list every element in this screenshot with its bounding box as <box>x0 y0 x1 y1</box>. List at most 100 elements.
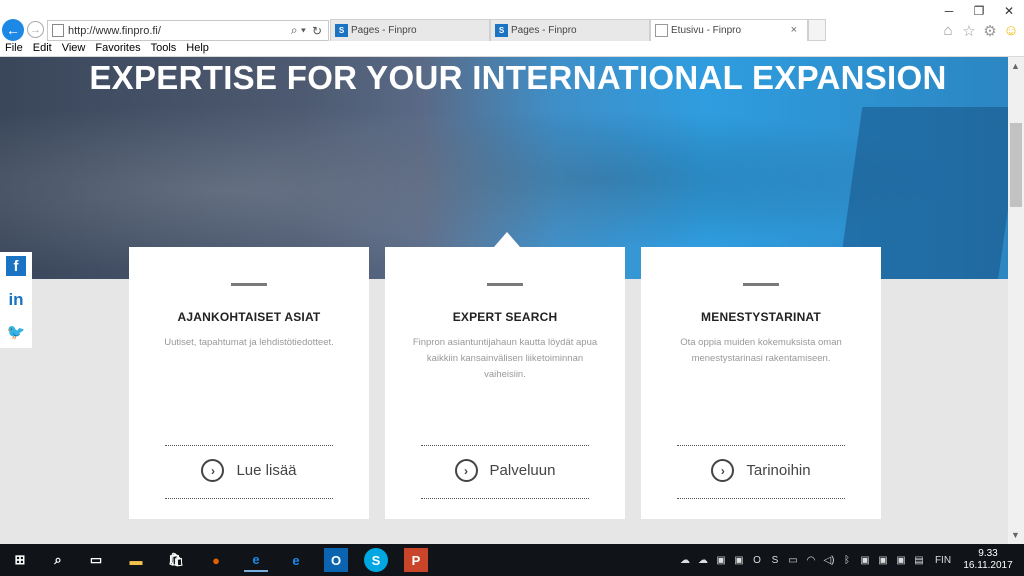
minimize-button[interactable]: ─ <box>934 0 964 20</box>
tarinoihin-link[interactable]: › Tarinoihin <box>641 459 881 482</box>
feedback-smiley-icon[interactable]: ☺ <box>1002 22 1020 40</box>
twitter-icon[interactable]: 🐦 <box>6 322 26 342</box>
menu-tools[interactable]: Tools <box>146 41 182 57</box>
skype-tray-icon[interactable]: S <box>766 555 784 566</box>
task-view-icon[interactable]: ▭ <box>84 548 108 572</box>
skype-icon[interactable]: S <box>364 548 388 572</box>
menu-edit[interactable]: Edit <box>28 41 57 57</box>
clock[interactable]: 9.33 16.11.2017 <box>958 548 1018 572</box>
card-description: Uutiset, tapahtumat ja lehdistötiedottee… <box>164 337 334 348</box>
search-icon[interactable]: ⌕ <box>46 548 70 572</box>
page-icon <box>52 24 64 37</box>
hero-banner: EXPERTISE FOR YOUR INTERNATIONAL EXPANSI… <box>0 57 1008 279</box>
battery-icon[interactable]: ▭ <box>784 555 802 566</box>
close-tab-icon[interactable]: × <box>791 24 797 36</box>
notification-icon[interactable]: ▤ <box>910 555 928 566</box>
card-pointer <box>494 232 520 247</box>
edge-icon[interactable]: e <box>284 548 308 572</box>
taskbar: ⊞ ⌕ ▭ ▬ 🛍 ● e e O S P ☁ ☁ ▣ ▣ O S ▭ ◠ ◁)… <box>0 544 1024 576</box>
card-ajankohtaiset: AJANKOHTAISET ASIAT Uutiset, tapahtumat … <box>129 247 369 519</box>
window-controls: ─ ❐ ✕ <box>934 0 1024 20</box>
powerpoint-icon[interactable]: P <box>404 548 428 572</box>
address-bar[interactable]: http://www.finpro.fi/ ⌕ ▾ ↻ <box>47 20 329 41</box>
sharepoint-icon: S <box>495 24 508 37</box>
dotted-divider <box>165 498 333 499</box>
tray-app-icon[interactable]: ▣ <box>730 555 748 566</box>
menu-favorites[interactable]: Favorites <box>90 41 145 57</box>
dotted-divider <box>677 445 845 446</box>
vertical-scrollbar[interactable]: ▲ ▼ <box>1008 57 1024 544</box>
chevron-right-circle-icon: › <box>711 459 735 482</box>
dotted-divider <box>421 498 589 499</box>
menu-help[interactable]: Help <box>181 41 214 57</box>
scroll-thumb[interactable] <box>1010 123 1022 207</box>
tray-app-icon[interactable]: ▣ <box>856 555 874 566</box>
dotted-divider <box>677 498 845 499</box>
card-title: MENESTYSTARINAT <box>701 310 821 324</box>
card-description: Finpron asiantuntijahaun kautta löydät a… <box>412 337 598 380</box>
bluetooth-icon[interactable]: ᛒ <box>838 555 856 566</box>
facebook-icon[interactable]: f <box>6 256 26 276</box>
toolbar-icons: ⌂ ☆ ⚙ ☺ <box>939 22 1020 40</box>
windows-start-icon[interactable]: ⊞ <box>8 548 32 572</box>
tab-etusivu-finpro[interactable]: Etusivu - Finpro × <box>650 19 808 41</box>
link-label: Palveluun <box>489 462 556 479</box>
card-description: Ota oppia muiden kokemuksista oman menes… <box>680 337 842 364</box>
search-icon[interactable]: ⌕ ▾ <box>291 23 306 38</box>
volume-icon[interactable]: ◁) <box>820 555 838 566</box>
menu-view[interactable]: View <box>57 41 91 57</box>
onedrive-icon[interactable]: ☁ <box>676 555 694 566</box>
dotted-divider <box>421 445 589 446</box>
hero-title: EXPERTISE FOR YOUR INTERNATIONAL EXPANSI… <box>89 59 947 96</box>
tab-label: Pages - Finpro <box>351 25 417 36</box>
language-indicator[interactable]: FIN <box>934 555 952 566</box>
store-icon[interactable]: 🛍 <box>164 548 188 572</box>
outlook-tray-icon[interactable]: O <box>748 555 766 566</box>
tab-pages-finpro-2[interactable]: S Pages - Finpro <box>490 19 650 41</box>
card-divider <box>743 283 779 286</box>
tab-pages-finpro-1[interactable]: S Pages - Finpro <box>330 19 490 41</box>
outlook-icon[interactable]: O <box>324 548 348 572</box>
internet-explorer-icon[interactable]: e <box>244 548 268 572</box>
social-share-bar: f in 🐦 <box>0 252 32 348</box>
link-label: Lue lisää <box>236 462 297 479</box>
home-icon[interactable]: ⌂ <box>939 22 957 40</box>
favorites-star-icon[interactable]: ☆ <box>960 22 978 40</box>
forward-button[interactable]: → <box>27 21 44 38</box>
clock-date: 16.11.2017 <box>963 560 1013 571</box>
scroll-up-icon[interactable]: ▲ <box>1011 61 1020 71</box>
page-icon <box>655 24 668 37</box>
refresh-icon[interactable]: ↻ <box>312 24 322 38</box>
linkedin-icon[interactable]: in <box>6 290 26 310</box>
browser-chrome: ─ ❐ ✕ ← → http://www.finpro.fi/ ⌕ ▾ ↻ S … <box>0 0 1024 57</box>
page-content: EXPERTISE FOR YOUR INTERNATIONAL EXPANSI… <box>0 57 1008 544</box>
link-label: Tarinoihin <box>746 462 811 479</box>
settings-gear-icon[interactable]: ⚙ <box>981 22 999 40</box>
firefox-icon[interactable]: ● <box>204 548 228 572</box>
close-window-button[interactable]: ✕ <box>994 0 1024 20</box>
card-menestystarinat: MENESTYSTARINAT Ota oppia muiden kokemuk… <box>641 247 881 519</box>
file-explorer-icon[interactable]: ▬ <box>124 548 148 572</box>
tab-label: Pages - Finpro <box>511 25 577 36</box>
menu-file[interactable]: File <box>0 41 28 57</box>
back-button[interactable]: ← <box>2 19 24 41</box>
card-title: EXPERT SEARCH <box>452 310 558 324</box>
card-title: AJANKOHTAISET ASIAT <box>177 310 321 324</box>
wifi-icon[interactable]: ◠ <box>802 555 820 566</box>
tray-app-icon[interactable]: ▣ <box>874 555 892 566</box>
cloud-icon[interactable]: ☁ <box>694 555 712 566</box>
scroll-down-icon[interactable]: ▼ <box>1011 530 1020 540</box>
menu-bar: File Edit View Favorites Tools Help <box>0 41 214 57</box>
tab-label: Etusivu - Finpro <box>671 25 742 36</box>
palveluun-link[interactable]: › Palveluun <box>385 459 625 482</box>
card-divider <box>231 283 267 286</box>
lue-lisaa-link[interactable]: › Lue lisää <box>129 459 369 482</box>
new-tab-button[interactable] <box>808 19 826 41</box>
sharepoint-icon: S <box>335 24 348 37</box>
tray-app-icon[interactable]: ▣ <box>892 555 910 566</box>
chevron-right-circle-icon: › <box>201 459 225 482</box>
chevron-right-circle-icon: › <box>454 459 478 482</box>
tray-app-icon[interactable]: ▣ <box>712 555 730 566</box>
url-text[interactable]: http://www.finpro.fi/ <box>68 25 291 37</box>
restore-button[interactable]: ❐ <box>964 0 994 20</box>
